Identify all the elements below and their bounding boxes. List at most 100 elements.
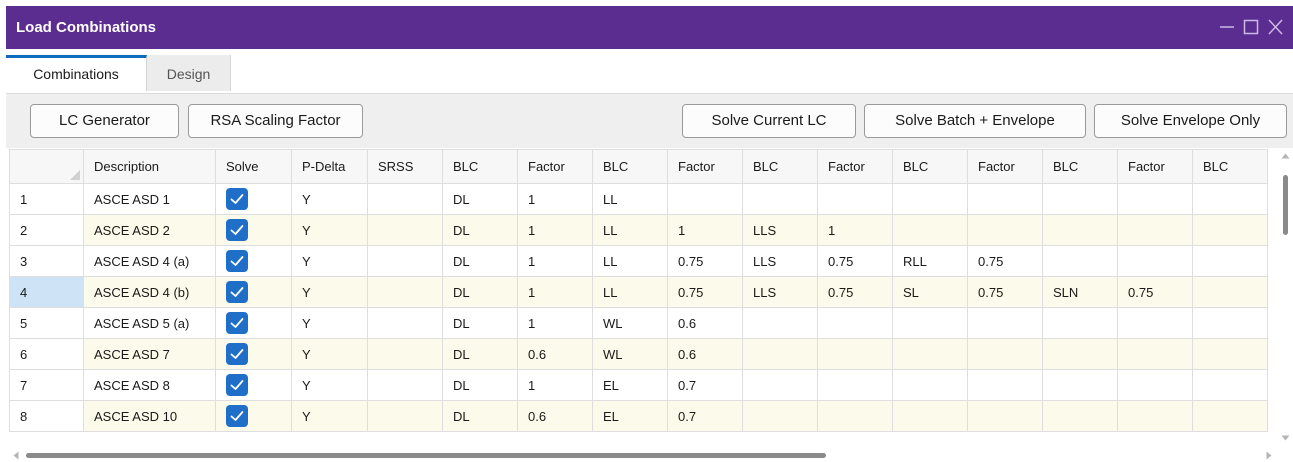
rsa-scaling-factor-button[interactable]: RSA Scaling Factor (188, 104, 363, 138)
solve-checkbox[interactable] (226, 405, 248, 427)
factor-cell[interactable] (967, 214, 1043, 246)
blc-cell[interactable]: EL (592, 400, 668, 432)
factor-cell[interactable]: 1 (517, 276, 593, 308)
blc-cell[interactable]: WL (592, 338, 668, 370)
column-header[interactable]: BLC (742, 149, 818, 184)
column-header[interactable]: BLC (1042, 149, 1118, 184)
factor-cell[interactable]: 0.7 (667, 400, 743, 432)
blc-cell[interactable]: DL (442, 369, 518, 401)
blc-cell[interactable] (742, 307, 818, 339)
blc-cell[interactable] (892, 338, 968, 370)
blc-cell[interactable] (742, 338, 818, 370)
description-cell[interactable]: ASCE ASD 10 (83, 400, 216, 432)
blc-cell[interactable] (742, 369, 818, 401)
solve-batch-envelope-button[interactable]: Solve Batch + Envelope (864, 104, 1086, 138)
solve-checkbox[interactable] (226, 281, 248, 303)
pdelta-cell[interactable]: Y (291, 214, 368, 246)
column-header[interactable]: SRSS (367, 149, 443, 184)
blc-cell[interactable] (742, 400, 818, 432)
srss-cell[interactable] (367, 369, 443, 401)
factor-cell[interactable] (817, 183, 893, 215)
column-header[interactable]: BLC (592, 149, 668, 184)
tab-combinations[interactable]: Combinations (6, 55, 147, 91)
blc-cell[interactable] (1042, 369, 1118, 401)
column-header[interactable]: Factor (517, 149, 593, 184)
description-cell[interactable]: ASCE ASD 8 (83, 369, 216, 401)
table-row[interactable]: 8 ASCE ASD 10 Y DL 0.6 EL 0.7 (9, 400, 1268, 432)
blc-cell[interactable]: DL (442, 338, 518, 370)
factor-cell[interactable] (817, 307, 893, 339)
blc-cell[interactable]: DL (442, 183, 518, 215)
pdelta-cell[interactable]: Y (291, 400, 368, 432)
factor-cell[interactable] (1117, 214, 1193, 246)
description-cell[interactable]: ASCE ASD 7 (83, 338, 216, 370)
factor-cell[interactable]: 1 (517, 245, 593, 277)
factor-cell[interactable] (1117, 338, 1193, 370)
blc-cell[interactable] (1192, 338, 1268, 370)
blc-cell[interactable]: DL (442, 245, 518, 277)
factor-cell[interactable]: 1 (517, 307, 593, 339)
srss-cell[interactable] (367, 214, 443, 246)
blc-cell[interactable]: SL (892, 276, 968, 308)
factor-cell[interactable]: 0.75 (967, 276, 1043, 308)
factor-cell[interactable] (967, 183, 1043, 215)
table-row[interactable]: 6 ASCE ASD 7 Y DL 0.6 WL 0.6 (9, 338, 1268, 370)
blc-cell[interactable]: DL (442, 214, 518, 246)
table-row[interactable]: 4 ASCE ASD 4 (b) Y DL 1 LL 0.75 LLS 0.75 SL 0.75 SL… (9, 276, 1268, 308)
blc-cell[interactable]: DL (442, 307, 518, 339)
pdelta-cell[interactable]: Y (291, 276, 368, 308)
factor-cell[interactable]: 0.75 (667, 245, 743, 277)
column-header[interactable]: BLC (1192, 149, 1268, 184)
blc-cell[interactable]: LL (592, 245, 668, 277)
factor-cell[interactable]: 0.6 (517, 400, 593, 432)
factor-cell[interactable]: 1 (517, 214, 593, 246)
factor-cell[interactable] (817, 400, 893, 432)
column-header[interactable]: Description (83, 149, 216, 184)
blc-cell[interactable]: EL (592, 369, 668, 401)
srss-cell[interactable] (367, 276, 443, 308)
factor-cell[interactable] (967, 307, 1043, 339)
blc-cell[interactable] (1042, 307, 1118, 339)
factor-cell[interactable]: 0.6 (517, 338, 593, 370)
blc-cell[interactable] (1192, 214, 1268, 246)
factor-cell[interactable]: 0.7 (667, 369, 743, 401)
blc-cell[interactable] (892, 307, 968, 339)
blc-cell[interactable]: LLS (742, 276, 818, 308)
blc-cell[interactable]: WL (592, 307, 668, 339)
factor-cell[interactable] (817, 369, 893, 401)
blc-cell[interactable]: DL (442, 276, 518, 308)
pdelta-cell[interactable]: Y (291, 338, 368, 370)
minimize-icon[interactable] (1218, 6, 1240, 49)
row-header[interactable]: 5 (9, 307, 84, 339)
factor-cell[interactable] (967, 400, 1043, 432)
solve-checkbox[interactable] (226, 219, 248, 241)
table-row[interactable]: 1 ASCE ASD 1 Y DL 1 LL (9, 183, 1268, 215)
maximize-icon[interactable] (1242, 6, 1264, 49)
factor-cell[interactable] (1117, 400, 1193, 432)
solve-checkbox[interactable] (226, 188, 248, 210)
vertical-scrollbar[interactable] (1278, 149, 1293, 447)
description-cell[interactable]: ASCE ASD 1 (83, 183, 216, 215)
solve-envelope-only-button[interactable]: Solve Envelope Only (1094, 104, 1287, 138)
blc-cell[interactable] (892, 183, 968, 215)
grid-corner[interactable] (9, 149, 84, 184)
factor-cell[interactable]: 0.75 (817, 276, 893, 308)
factor-cell[interactable] (667, 183, 743, 215)
factor-cell[interactable] (1117, 369, 1193, 401)
horizontal-scrollbar[interactable] (9, 447, 1278, 462)
srss-cell[interactable] (367, 307, 443, 339)
factor-cell[interactable]: 0.75 (667, 276, 743, 308)
solve-current-lc-button[interactable]: Solve Current LC (682, 104, 856, 138)
solve-checkbox[interactable] (226, 343, 248, 365)
factor-cell[interactable]: 0.6 (667, 338, 743, 370)
factor-cell[interactable] (1117, 307, 1193, 339)
factor-cell[interactable]: 0.6 (667, 307, 743, 339)
factor-cell[interactable]: 1 (517, 369, 593, 401)
solve-checkbox[interactable] (226, 374, 248, 396)
scroll-down-icon[interactable] (1281, 435, 1290, 441)
factor-cell[interactable]: 0.75 (967, 245, 1043, 277)
blc-cell[interactable] (892, 214, 968, 246)
blc-cell[interactable]: LL (592, 214, 668, 246)
srss-cell[interactable] (367, 338, 443, 370)
blc-cell[interactable]: LLS (742, 245, 818, 277)
